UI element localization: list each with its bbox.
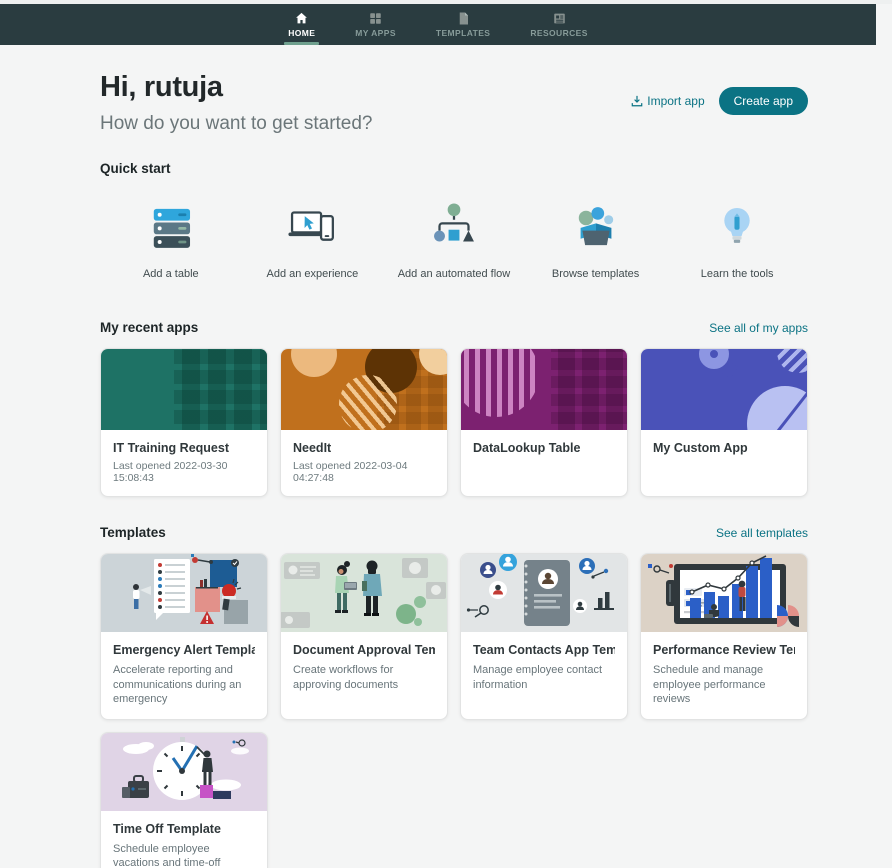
tab-templates-label: TEMPLATES	[436, 28, 490, 38]
tab-my-apps[interactable]: MY APPS	[349, 4, 402, 45]
my-custom-app-thumbnail	[641, 349, 807, 430]
tab-home-label: HOME	[288, 28, 315, 38]
see-all-templates-link[interactable]: See all templates	[716, 526, 808, 540]
quick-start-browse-templates[interactable]: Browse templates	[525, 198, 667, 280]
template-card-title: Emergency Alert Template	[113, 643, 255, 657]
recent-apps-section: My recent apps See all of my apps IT Tra…	[100, 320, 808, 497]
app-card-last-opened: Last opened 2022-03-30 15:08:43	[113, 460, 255, 484]
recent-apps-title: My recent apps	[100, 320, 198, 335]
tab-home[interactable]: HOME	[282, 4, 321, 45]
template-card-title: Performance Review Tem...	[653, 643, 795, 657]
document-approval-thumbnail	[281, 554, 447, 632]
quick-start-add-experience[interactable]: Add an experience	[242, 198, 384, 280]
document-icon	[456, 11, 471, 26]
main-content: Hi, rutuja How do you want to get starte…	[0, 45, 892, 868]
template-card-description: Schedule and manage employee performance…	[653, 663, 795, 707]
quick-start-learn-tools-label: Learn the tools	[701, 268, 774, 280]
see-all-apps-link[interactable]: See all of my apps	[709, 321, 808, 335]
table-icon	[142, 198, 200, 256]
app-card-title: DataLookup Table	[473, 441, 615, 455]
needit-thumbnail	[281, 349, 447, 430]
quick-start-browse-templates-label: Browse templates	[552, 268, 639, 280]
open-box-icon	[567, 198, 625, 256]
template-card-title: Document Approval Temp...	[293, 643, 435, 657]
devices-icon	[283, 198, 341, 256]
app-card-my-custom-app[interactable]: My Custom App	[640, 348, 808, 497]
team-contacts-thumbnail	[461, 554, 627, 632]
quick-start-learn-tools[interactable]: Learn the tools	[666, 198, 808, 280]
tab-resources-label: RESOURCES	[530, 28, 587, 38]
app-card-it-training-request[interactable]: IT Training Request Last opened 2022-03-…	[100, 348, 268, 497]
app-card-title: My Custom App	[653, 441, 795, 455]
template-card-document-approval[interactable]: Document Approval Temp... Create workflo…	[280, 553, 448, 720]
home-icon	[294, 11, 309, 26]
template-card-description: Accelerate reporting and communications …	[113, 663, 255, 707]
page-header: Hi, rutuja How do you want to get starte…	[100, 71, 808, 135]
active-tab-underline	[284, 42, 319, 45]
quick-start-section: Quick start Add a table	[100, 161, 808, 280]
app-card-datalookup-table[interactable]: DataLookup Table	[460, 348, 628, 497]
top-nav: HOME MY APPS TEMPLATES RESOURCES	[0, 4, 876, 45]
template-card-description: Schedule employee vacations and time-off	[113, 842, 255, 868]
it-training-request-thumbnail	[101, 349, 267, 430]
performance-review-thumbnail	[641, 554, 807, 632]
lightbulb-icon	[708, 198, 766, 256]
quick-start-add-flow-label: Add an automated flow	[398, 268, 511, 280]
page-subtitle: How do you want to get started?	[100, 113, 373, 135]
template-card-team-contacts[interactable]: Team Contacts App Templ... Manage employ…	[460, 553, 628, 720]
template-card-time-off[interactable]: Time Off Template Schedule employee vaca…	[100, 732, 268, 868]
templates-section: Templates See all templates	[100, 525, 808, 868]
import-app-link[interactable]: Import app	[631, 94, 704, 108]
import-app-label: Import app	[647, 94, 704, 108]
news-icon	[552, 11, 567, 26]
emergency-alert-thumbnail	[101, 554, 267, 632]
app-card-title: NeedIt	[293, 441, 435, 455]
template-card-title: Time Off Template	[113, 822, 255, 836]
quick-start-title: Quick start	[100, 161, 808, 176]
create-app-button[interactable]: Create app	[719, 87, 808, 115]
tab-my-apps-label: MY APPS	[355, 28, 396, 38]
app-card-needit[interactable]: NeedIt Last opened 2022-03-04 04:27:48	[280, 348, 448, 497]
app-card-last-opened: Last opened 2022-03-04 04:27:48	[293, 460, 435, 484]
quick-start-add-table-label: Add a table	[143, 268, 199, 280]
tab-templates[interactable]: TEMPLATES	[430, 4, 496, 45]
template-card-title: Team Contacts App Templ...	[473, 643, 615, 657]
quick-start-add-flow[interactable]: Add an automated flow	[383, 198, 525, 280]
template-card-emergency-alert[interactable]: Emergency Alert Template Accelerate repo…	[100, 553, 268, 720]
template-card-description: Manage employee contact information	[473, 663, 615, 692]
template-card-performance-review[interactable]: Performance Review Tem... Schedule and m…	[640, 553, 808, 720]
quick-start-add-experience-label: Add an experience	[267, 268, 359, 280]
app-card-title: IT Training Request	[113, 441, 255, 455]
grid-icon	[368, 11, 383, 26]
download-icon	[631, 95, 643, 107]
template-card-description: Create workflows for approving documents	[293, 663, 435, 692]
datalookup-table-thumbnail	[461, 349, 627, 430]
time-off-thumbnail	[101, 733, 267, 811]
tab-resources[interactable]: RESOURCES	[524, 4, 593, 45]
flow-icon	[425, 198, 483, 256]
page-title: Hi, rutuja	[100, 71, 373, 104]
quick-start-add-table[interactable]: Add a table	[100, 198, 242, 280]
templates-title: Templates	[100, 525, 166, 540]
